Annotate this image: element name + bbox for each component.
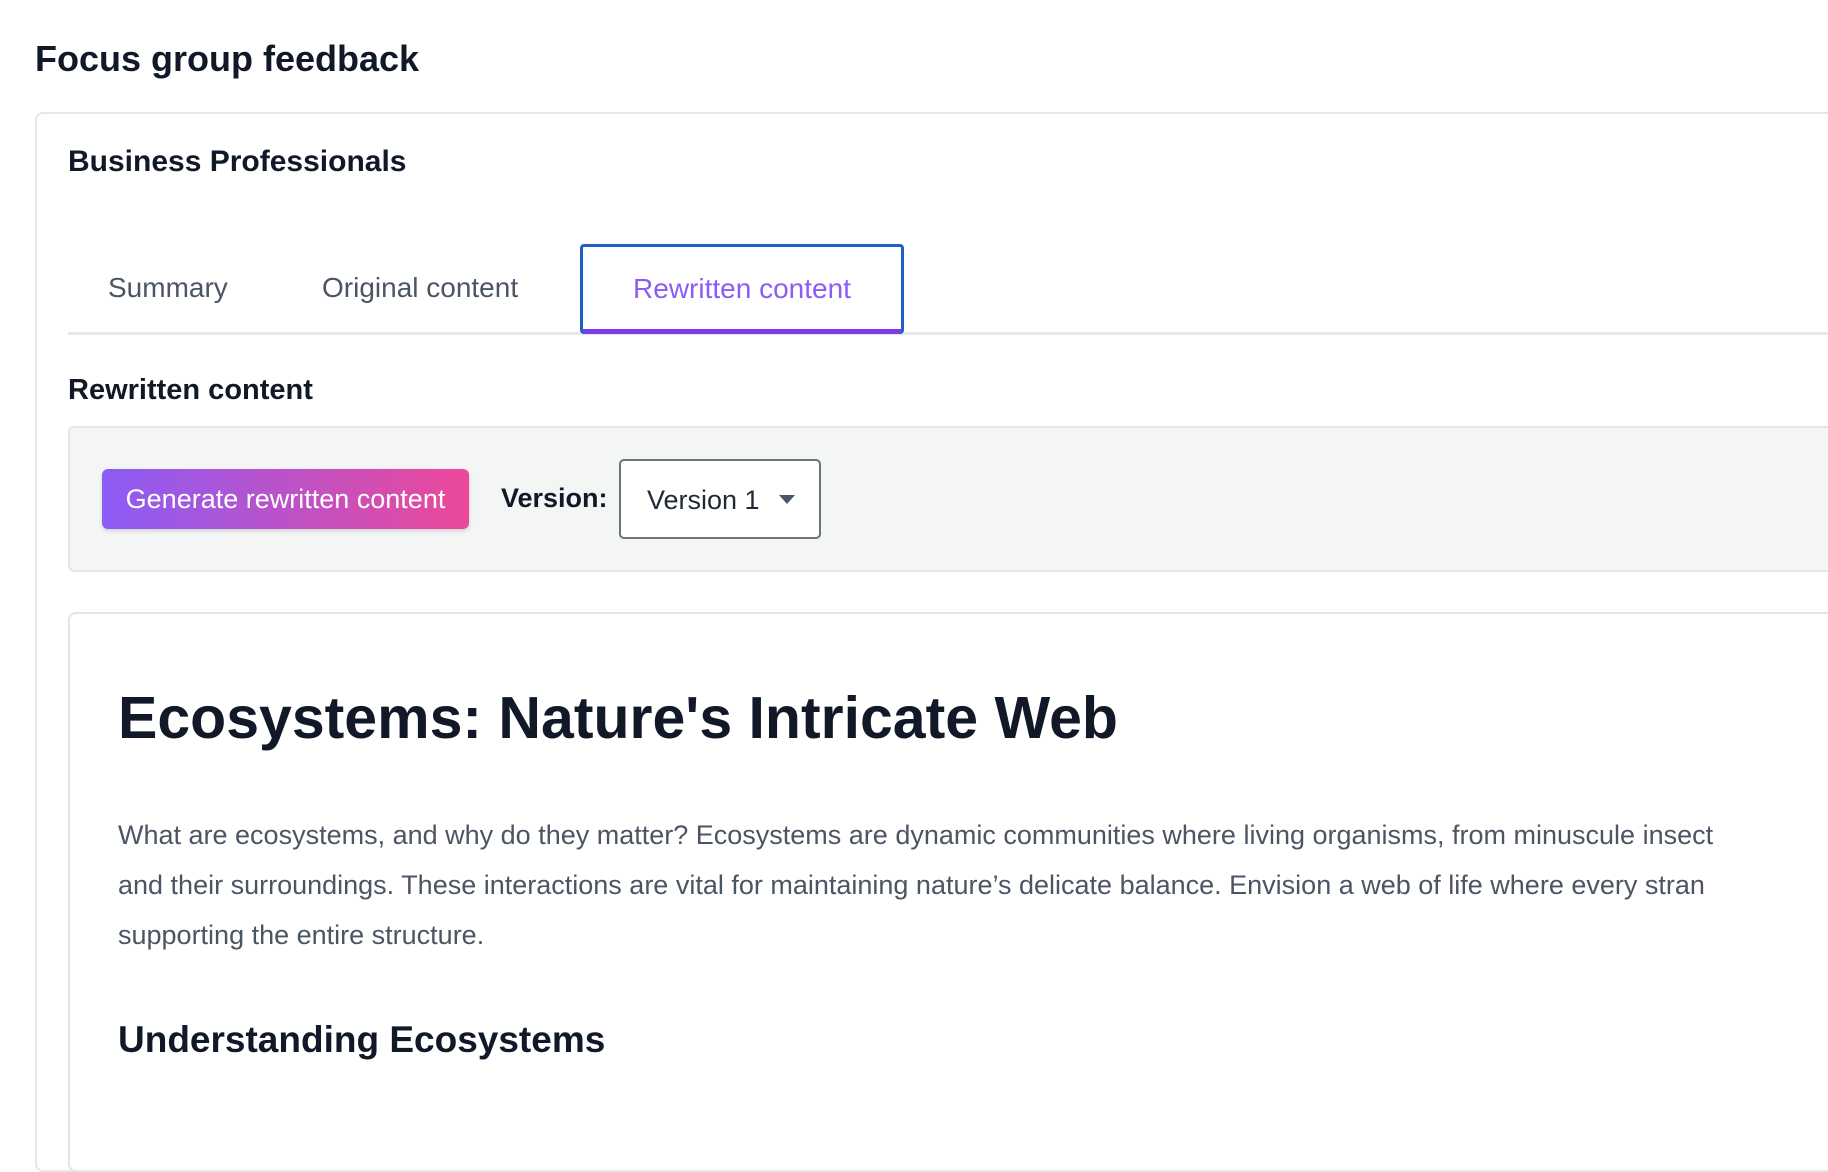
version-select[interactable]: Version 1 <box>619 459 821 539</box>
article-title: Ecosystems: Nature's Intricate Web <box>118 685 1118 751</box>
group-title: Business Professionals <box>68 145 407 178</box>
generate-rewritten-content-button[interactable]: Generate rewritten content <box>102 469 469 529</box>
version-label: Version: <box>501 483 608 513</box>
article-subheading: Understanding Ecosystems <box>118 1019 606 1060</box>
article-paragraph: What are ecosystems, and why do they mat… <box>118 810 1828 960</box>
paragraph-line: supporting the entire structure. <box>118 920 485 950</box>
section-label: Rewritten content <box>68 374 313 406</box>
tab-bar: Summary Original content Rewritten conte… <box>68 244 1828 335</box>
version-selected-value: Version 1 <box>647 485 760 515</box>
chevron-down-icon <box>779 495 795 504</box>
page-title: Focus group feedback <box>35 38 420 79</box>
paragraph-line: and their surroundings. These interactio… <box>118 870 1705 900</box>
tab-original-content[interactable]: Original content <box>322 244 518 332</box>
tab-summary[interactable]: Summary <box>108 244 228 332</box>
tab-rewritten-content[interactable]: Rewritten content <box>580 244 904 334</box>
paragraph-line: What are ecosystems, and why do they mat… <box>118 820 1714 850</box>
